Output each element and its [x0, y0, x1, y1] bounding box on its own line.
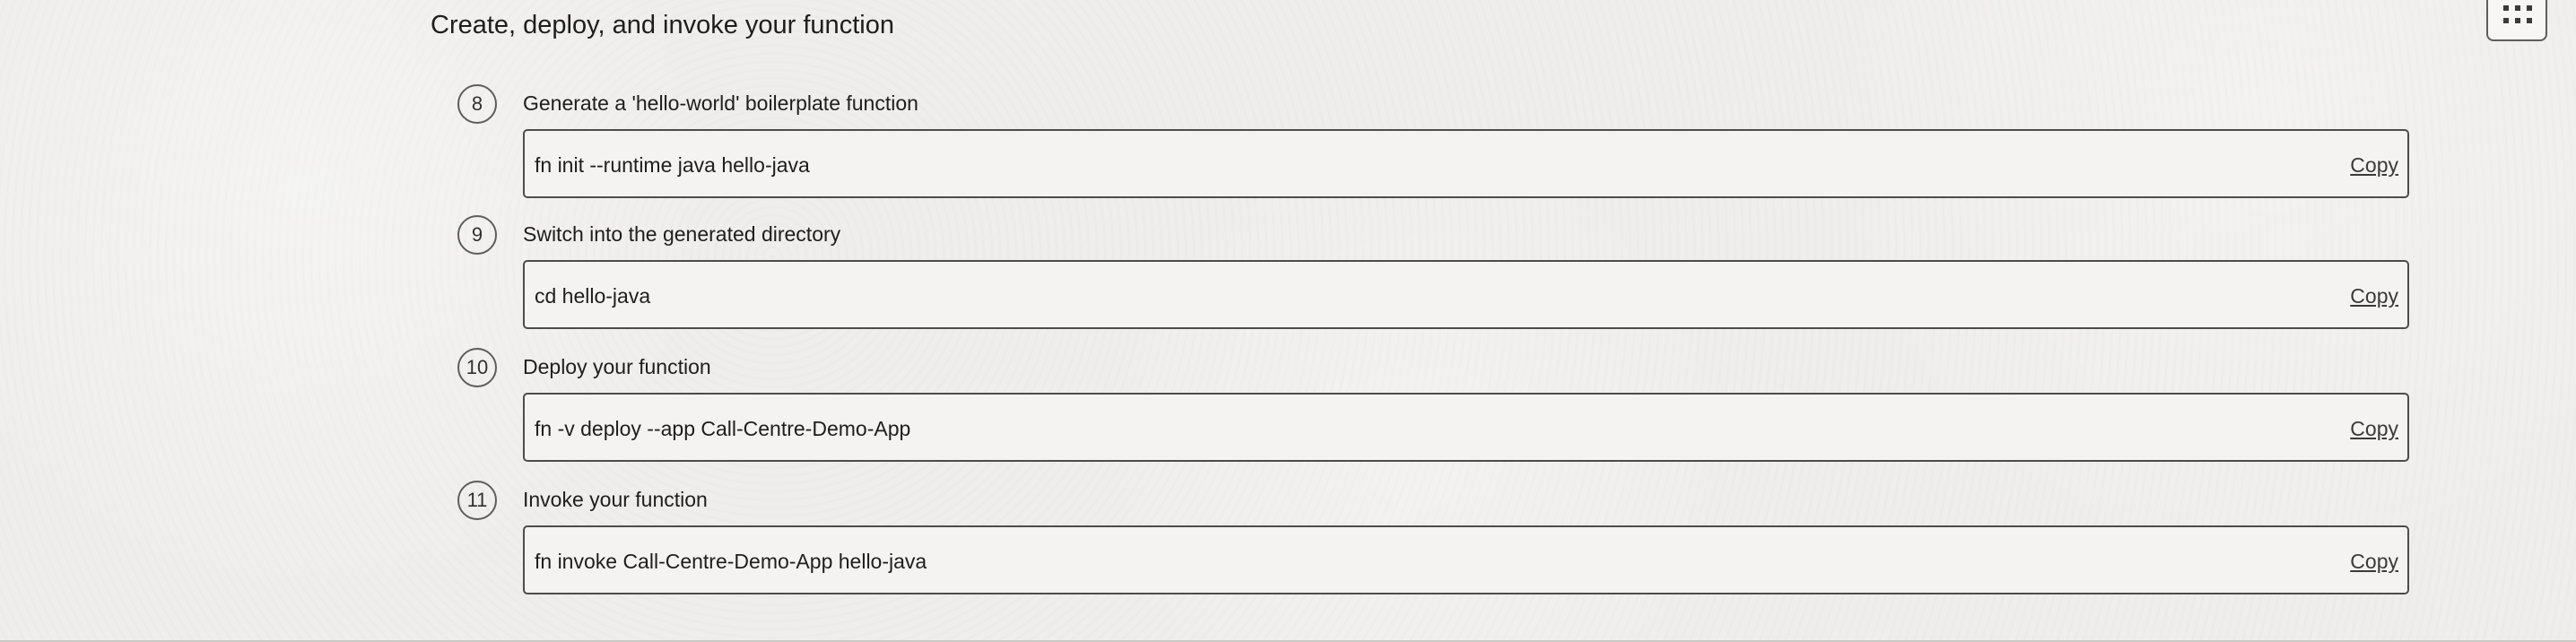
copy-button[interactable]: Copy — [2350, 283, 2398, 308]
step-label: Deploy your function — [523, 355, 711, 378]
section-title: Create, deploy, and invoke your function — [431, 11, 894, 39]
step-number-badge: 8 — [457, 84, 497, 124]
apps-grid-icon — [2503, 5, 2532, 23]
command-text[interactable]: cd hello-java — [535, 283, 650, 308]
step-label: Switch into the generated directory — [523, 222, 841, 246]
step-number-badge: 11 — [457, 481, 497, 520]
copy-button[interactable]: Copy — [2350, 549, 2398, 574]
copy-button[interactable]: Copy — [2350, 152, 2398, 178]
step-number-badge: 10 — [457, 348, 497, 387]
command-text[interactable]: fn -v deploy --app Call-Centre-Demo-App — [535, 416, 910, 441]
command-box: fn -v deploy --app Call-Centre-Demo-App … — [523, 393, 2409, 462]
command-text[interactable]: fn invoke Call-Centre-Demo-App hello-jav… — [535, 549, 927, 574]
command-box: fn init --runtime java hello-java Copy — [523, 129, 2409, 198]
step-label: Invoke your function — [523, 488, 708, 511]
command-box: fn invoke Call-Centre-Demo-App hello-jav… — [523, 525, 2409, 594]
command-text[interactable]: fn init --runtime java hello-java — [535, 152, 810, 178]
step-number-badge: 9 — [457, 215, 497, 255]
step-label: Generate a 'hello-world' boilerplate fun… — [523, 91, 918, 115]
apps-menu-button[interactable] — [2486, 0, 2547, 41]
command-box: cd hello-java Copy — [523, 260, 2409, 329]
copy-button[interactable]: Copy — [2350, 416, 2398, 441]
